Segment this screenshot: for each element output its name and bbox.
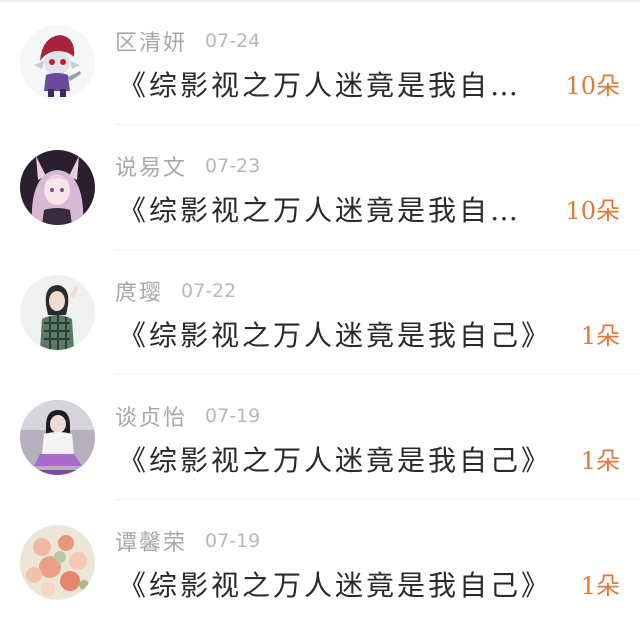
list-item[interactable]: 区清妍 07-24 《综影视之万人迷竟是我自… 10朵 <box>0 0 640 125</box>
flower-count: 1朵 <box>580 572 620 600</box>
sender-name[interactable]: 说易文 <box>115 150 187 182</box>
item-meta: 谈贞怡 07-19 <box>115 399 260 433</box>
item-meta: 说易文 07-23 <box>115 149 260 183</box>
avatar-flowers-icon <box>20 525 95 600</box>
avatar[interactable] <box>20 275 95 350</box>
avatar[interactable] <box>20 150 95 225</box>
book-title[interactable]: 《综影视之万人迷竟是我自己》 <box>118 564 566 604</box>
avatar[interactable] <box>20 25 95 100</box>
list-item[interactable]: 谭馨荣 07-19 《综影视之万人迷竟是我自己》 1朵 <box>0 500 640 625</box>
flower-count: 1朵 <box>580 322 620 350</box>
sender-name[interactable]: 区清妍 <box>115 25 187 57</box>
flower-count: 10朵 <box>565 197 620 225</box>
list-item[interactable]: 说易文 07-23 《综影视之万人迷竟是我自… 10朵 <box>0 125 640 250</box>
avatar[interactable] <box>20 400 95 475</box>
list-item[interactable]: 庹璎 07-22 《综影视之万人迷竟是我自己》 1朵 <box>0 250 640 375</box>
item-meta: 庹璎 07-22 <box>115 274 236 308</box>
book-title[interactable]: 《综影视之万人迷竟是我自… <box>118 189 566 229</box>
item-meta: 谭馨荣 07-19 <box>115 524 260 558</box>
avatar-hooded-figure-icon <box>20 25 95 100</box>
gift-date: 07-23 <box>205 155 261 177</box>
sender-name[interactable]: 庹璎 <box>115 275 163 307</box>
flower-count: 10朵 <box>565 72 620 100</box>
book-title[interactable]: 《综影视之万人迷竟是我自己》 <box>118 439 566 479</box>
gift-list: 区清妍 07-24 《综影视之万人迷竟是我自… 10朵 说易文 07-23 《综 <box>0 0 640 625</box>
avatar-seated-girl-icon <box>20 400 95 475</box>
book-title[interactable]: 《综影视之万人迷竟是我自… <box>118 64 566 104</box>
flower-count: 1朵 <box>580 447 620 475</box>
avatar-fox-ear-girl-icon <box>20 150 95 225</box>
gift-date: 07-19 <box>205 530 261 552</box>
avatar-plaid-shirt-girl-icon <box>20 275 95 350</box>
gift-date: 07-19 <box>205 405 261 427</box>
avatar[interactable] <box>20 525 95 600</box>
book-title[interactable]: 《综影视之万人迷竟是我自己》 <box>118 314 566 354</box>
list-item[interactable]: 谈贞怡 07-19 《综影视之万人迷竟是我自己》 1朵 <box>0 375 640 500</box>
item-meta: 区清妍 07-24 <box>115 24 260 58</box>
sender-name[interactable]: 谈贞怡 <box>115 400 187 432</box>
sender-name[interactable]: 谭馨荣 <box>115 525 187 557</box>
gift-date: 07-24 <box>205 30 261 52</box>
gift-date: 07-22 <box>181 280 237 302</box>
